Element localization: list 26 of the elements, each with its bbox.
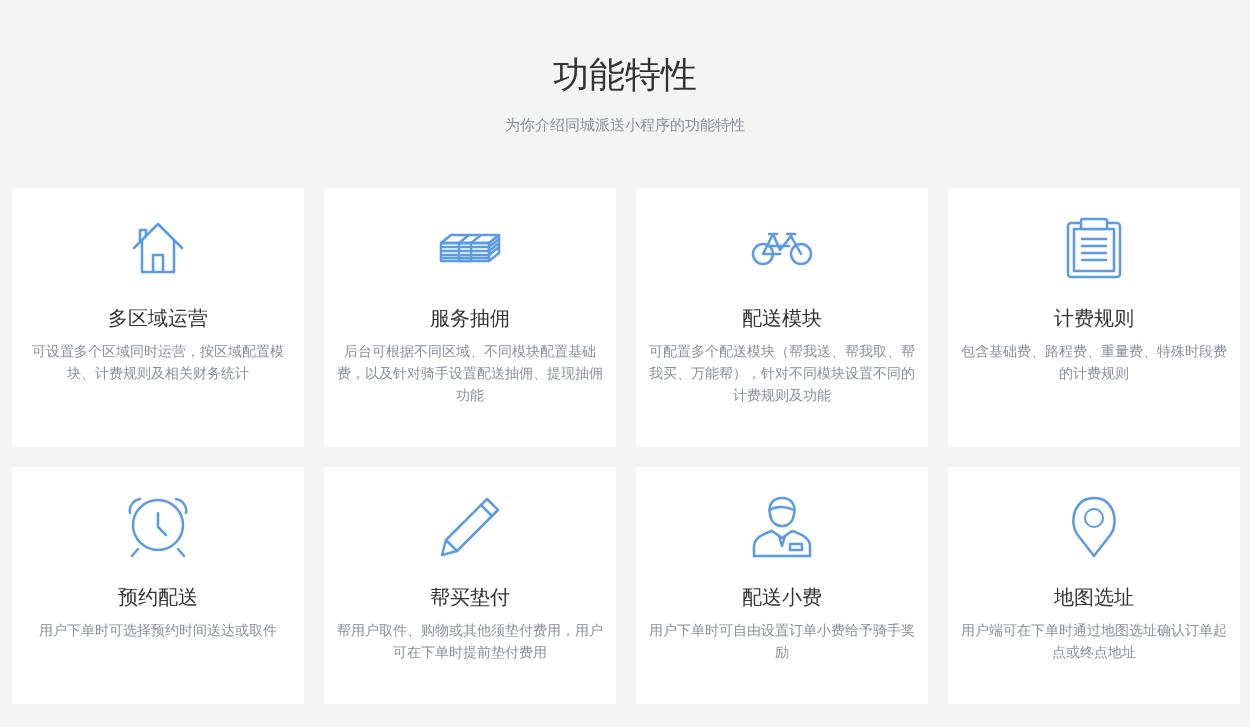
clipboard-icon (1066, 217, 1122, 279)
person-icon (752, 496, 812, 558)
feature-description: 包含基础费、路程费、重量费、特殊时段费的计费规则 (960, 342, 1228, 383)
feature-description: 可设置多个区域同时运营，按区域配置模块、计费规则及相关财务统计 (31, 342, 285, 383)
pencil-icon (439, 496, 501, 558)
feature-title: 帮买垫付 (430, 584, 510, 611)
section-subtitle: 为你介绍同城派送小程序的功能特性 (505, 115, 745, 136)
feature-description: 用户端可在下单时通过地图选址确认订单起点或终点地址 (960, 621, 1228, 662)
feature-title: 计费规则 (1054, 305, 1134, 332)
feature-title: 配送模块 (742, 305, 822, 332)
section-title: 功能特性 (553, 53, 697, 97)
feature-title: 多区域运营 (108, 305, 208, 332)
feature-title: 服务抽佣 (430, 305, 510, 332)
feature-description: 帮用户取件、购物或其他须垫付费用，用户可在下单时提前垫付费用 (336, 621, 604, 662)
alarm-clock-icon (128, 497, 188, 557)
feature-title: 配送小费 (742, 584, 822, 611)
money-stack-icon (439, 233, 501, 263)
feature-description: 用户下单时可选择预约时间送达或取件 (38, 621, 278, 640)
feature-title: 地图选址 (1054, 584, 1134, 611)
feature-description: 后台可根据不同区域、不同模块配置基础费，以及针对骑手设置配送抽佣、提现抽佣功能 (336, 342, 604, 405)
bicycle-icon (751, 230, 813, 266)
feature-description: 用户下单时可自由设置订单小费给予骑手奖励 (648, 621, 916, 662)
location-pin-icon (1070, 496, 1118, 558)
house-icon (132, 222, 184, 274)
feature-title: 预约配送 (118, 584, 198, 611)
feature-description: 可配置多个配送模块（帮我送、帮我取、帮我买、万能帮），针对不同模块设置不同的计费规则及功能 (648, 342, 916, 405)
